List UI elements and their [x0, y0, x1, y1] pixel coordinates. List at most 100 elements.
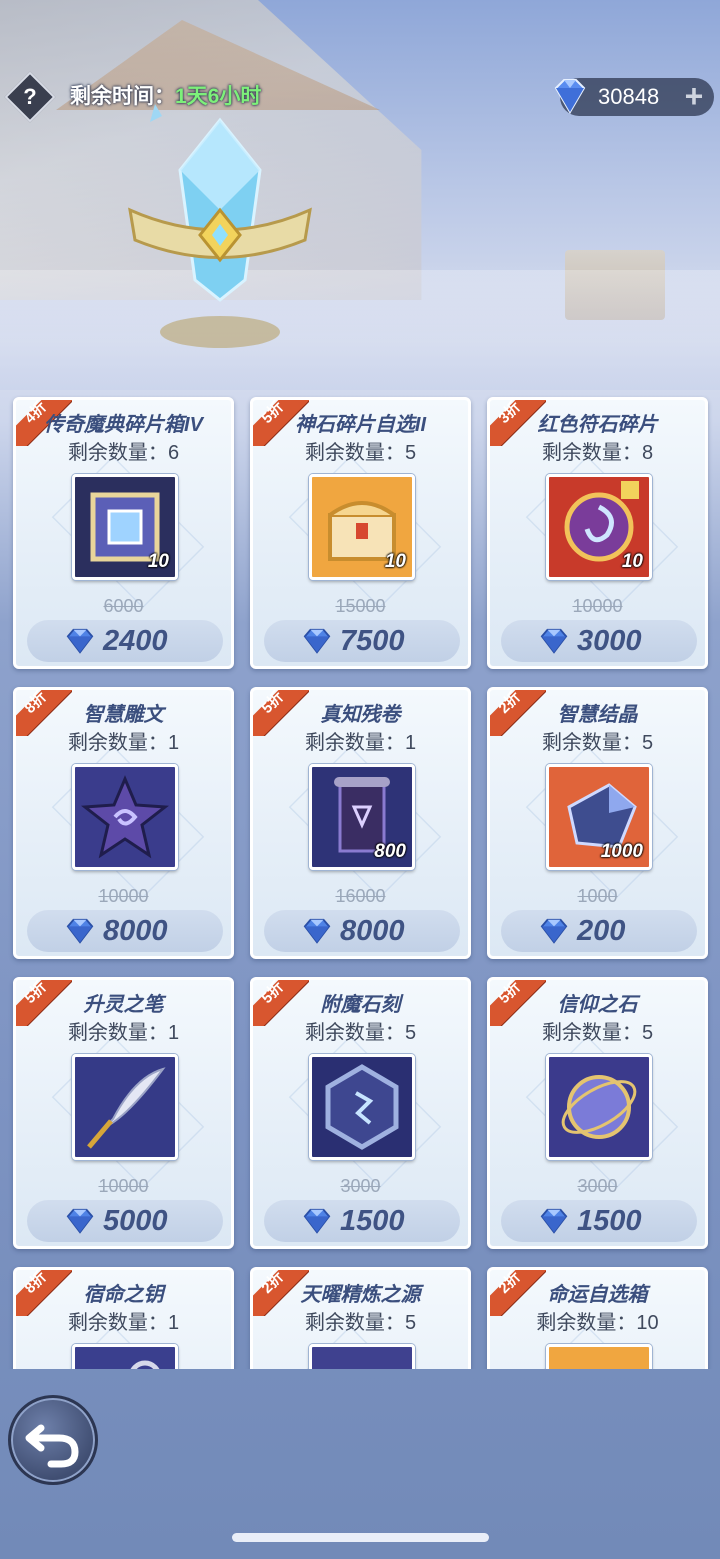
price-value: 2400	[103, 625, 168, 657]
buy-button[interactable]: 7500	[264, 620, 460, 662]
buy-button[interactable]: 3000	[501, 620, 697, 662]
buy-button[interactable]: 1500	[264, 1200, 460, 1242]
stock-value: 5	[404, 1312, 417, 1334]
item-icon-frame[interactable]: 800	[309, 764, 415, 870]
item-name: 升灵之笔	[83, 994, 164, 1016]
buy-button[interactable]: 200	[501, 910, 697, 952]
diamond-icon	[303, 1208, 331, 1234]
buy-button[interactable]: 1500	[501, 1200, 697, 1242]
original-price-value: 15000	[335, 596, 386, 616]
diamond-icon	[540, 1208, 568, 1234]
item-count: 10	[621, 551, 643, 572]
shop-item-grid[interactable]: 4折 传奇魔典碎片箱IV 剩余数量：6 10 6000 2400 5折 神石碎片自选II 剩余数…	[0, 395, 720, 1369]
item-icon-frame[interactable]	[309, 1344, 415, 1369]
original-price: 10000	[490, 595, 705, 617]
shop-item-card[interactable]: 5折 附魔石刻 剩余数量：5 3000 1500	[250, 977, 471, 1249]
shop-item-card[interactable]: 3折 红色符石碎片 剩余数量：8 10 10000 3000	[487, 397, 708, 669]
item-name: 天曜精炼之源	[300, 1284, 421, 1306]
item-icon-frame[interactable]: 10	[309, 474, 415, 580]
item-count: 1000	[600, 841, 643, 862]
hexagon-stone-icon	[312, 1057, 412, 1157]
shop-item-card[interactable]: 5折 信仰之石 剩余数量：5 3000 1500	[487, 977, 708, 1249]
item-stock: 剩余数量：5	[253, 1310, 468, 1336]
item-name: 宿命之钥	[83, 1284, 164, 1306]
item-icon-frame[interactable]	[72, 1344, 178, 1369]
item-icon-frame[interactable]	[72, 1054, 178, 1160]
stock-value: 10	[636, 1312, 659, 1334]
item-name: 附魔石刻	[320, 994, 401, 1016]
stock-label: 剩余数量：	[536, 1312, 637, 1334]
timer-value: 1天6小时	[175, 85, 262, 108]
original-price-value: 6000	[103, 596, 144, 616]
original-price-value: 10000	[572, 596, 623, 616]
background-ground	[0, 270, 720, 390]
back-arrow-icon	[25, 1424, 79, 1468]
shop-item-card[interactable]: 8折 宿命之钥 剩余数量：1	[13, 1267, 234, 1369]
add-currency-button[interactable]: +	[680, 80, 708, 112]
original-price: 10000	[16, 1175, 231, 1197]
buy-button[interactable]: 5000	[27, 1200, 223, 1242]
item-name: 神石碎片自选II	[294, 414, 427, 436]
stock-label: 剩余数量：	[67, 442, 168, 464]
stock-label: 剩余数量：	[304, 732, 405, 754]
shop-item-card[interactable]: 5折 神石碎片自选II 剩余数量：5 10 15000 7500	[250, 397, 471, 669]
buy-button[interactable]: 2400	[27, 620, 223, 662]
stock-label: 剩余数量：	[304, 442, 405, 464]
item-stock: 剩余数量：6	[16, 440, 231, 466]
item-icon-frame[interactable]	[546, 1344, 652, 1369]
orb-stone-icon	[549, 1057, 649, 1157]
stock-value: 6	[167, 442, 180, 464]
stock-value: 5	[641, 1022, 654, 1044]
price-value: 1500	[340, 1205, 405, 1237]
home-indicator[interactable]	[232, 1533, 489, 1542]
shop-item-card[interactable]: 5折 真知残卷 剩余数量：1 800 16000 8000	[250, 687, 471, 959]
shop-item-card[interactable]: 4折 传奇魔典碎片箱IV 剩余数量：6 10 6000 2400	[13, 397, 234, 669]
item-icon-frame[interactable]: 10	[72, 474, 178, 580]
item-icon-frame[interactable]: 10	[546, 474, 652, 580]
shop-item-card[interactable]: 2折 天曜精炼之源 剩余数量：5	[250, 1267, 471, 1369]
original-price: 3000	[253, 1175, 468, 1197]
item-icon-frame[interactable]	[309, 1054, 415, 1160]
back-button[interactable]	[8, 1395, 98, 1485]
item-name: 信仰之石	[557, 994, 638, 1016]
stock-value: 5	[404, 1022, 417, 1044]
item-stock: 剩余数量：1	[16, 730, 231, 756]
item-name: 智慧结晶	[557, 704, 638, 726]
stock-label: 剩余数量：	[304, 1022, 405, 1044]
original-price-value: 16000	[335, 886, 386, 906]
diamond-icon	[303, 918, 331, 944]
shop-item-card[interactable]: 2折 命运自选箱 剩余数量：10	[487, 1267, 708, 1369]
original-price-value: 1000	[577, 886, 618, 906]
item-stock: 剩余数量：5	[253, 440, 468, 466]
stock-value: 1	[404, 732, 417, 754]
diamond-icon	[66, 1208, 94, 1234]
diamond-icon	[540, 628, 568, 654]
hero-crystal-icon	[128, 104, 312, 348]
item-icon-frame[interactable]: 1000	[546, 764, 652, 870]
shop-item-card[interactable]: 8折 智慧雕文 剩余数量：1 10000 8000	[13, 687, 234, 959]
item-stock: 剩余数量：5	[490, 730, 705, 756]
stock-label: 剩余数量：	[67, 732, 168, 754]
price-value: 7500	[340, 625, 405, 657]
buy-button[interactable]: 8000	[27, 910, 223, 952]
stock-value: 5	[404, 442, 417, 464]
timer-label: 剩余时间：	[70, 85, 175, 108]
item-count: 10	[147, 551, 169, 572]
item-icon-frame[interactable]	[546, 1054, 652, 1160]
buy-button[interactable]: 8000	[264, 910, 460, 952]
shop-item-card[interactable]: 5折 升灵之笔 剩余数量：1 10000 5000	[13, 977, 234, 1249]
diamond-icon	[66, 918, 94, 944]
item-stock: 剩余数量：5	[253, 1020, 468, 1046]
shop-item-card[interactable]: 2折 智慧结晶 剩余数量：5 1000 1000 200	[487, 687, 708, 959]
price-value: 8000	[340, 915, 405, 947]
item-count: 10	[384, 551, 406, 572]
question-icon[interactable]: ?	[12, 79, 48, 115]
item-icon-frame[interactable]	[72, 764, 178, 870]
stock-label: 剩余数量：	[541, 442, 642, 464]
item-name: 真知残卷	[320, 704, 401, 726]
currency-amount: 30848	[598, 84, 660, 109]
original-price: 1000	[490, 885, 705, 907]
item-stock: 剩余数量：1	[253, 730, 468, 756]
price-value: 5000	[103, 1205, 168, 1237]
fate-box-icon	[549, 1347, 649, 1369]
